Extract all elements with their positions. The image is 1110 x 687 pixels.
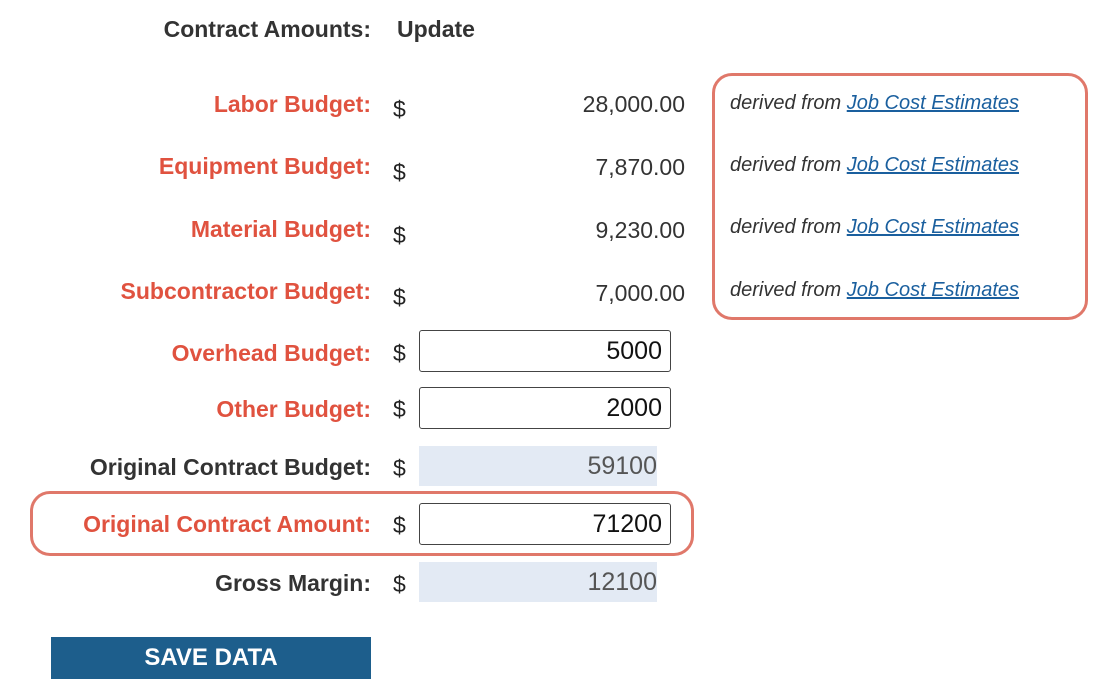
labor-budget-label: Labor Budget: [213,91,371,117]
subcontractor-derived-note: derived from Job Cost Estimates [730,277,1019,303]
overhead-budget-input[interactable] [419,330,671,372]
material-budget-label: Material Budget: [190,216,371,242]
original-contract-budget-value: 59100 [419,446,657,486]
subcontractor-budget-value: 7,000.00 [595,280,685,306]
labor-budget-value: 28,000.00 [582,91,685,117]
save-data-button[interactable]: SAVE DATA [51,637,371,679]
job-cost-estimates-link[interactable]: Job Cost Estimates [847,279,1019,301]
labor-derived-note: derived from Job Cost Estimates [730,90,1019,116]
original-contract-budget-currency-symbol: $ [393,455,406,481]
job-cost-estimates-link[interactable]: Job Cost Estimates [847,154,1019,176]
subcontractor-currency-symbol: $ [393,284,406,310]
derived-prefix: derived from [730,216,842,238]
equipment-budget-value: 7,870.00 [595,154,685,180]
overhead-budget-label: Overhead Budget: [171,340,371,366]
labor-currency-symbol: $ [393,96,406,122]
overhead-currency-symbol: $ [393,340,406,366]
job-cost-estimates-link[interactable]: Job Cost Estimates [847,216,1019,238]
original-contract-amount-label: Original Contract Amount: [83,511,371,537]
job-cost-estimates-link[interactable]: Job Cost Estimates [847,92,1019,114]
contract-amounts-label: Contract Amounts: [163,16,371,42]
derived-prefix: derived from [730,154,842,176]
material-budget-value: 9,230.00 [595,217,685,243]
original-contract-amount-currency-symbol: $ [393,512,406,538]
material-derived-note: derived from Job Cost Estimates [730,214,1019,240]
contract-amounts-mode: Update [397,16,475,42]
gross-margin-label: Gross Margin: [215,570,371,596]
other-currency-symbol: $ [393,396,406,422]
original-contract-budget-label: Original Contract Budget: [89,454,371,480]
gross-margin-value: 12100 [419,562,657,602]
equipment-currency-symbol: $ [393,159,406,185]
derived-prefix: derived from [730,279,842,301]
equipment-budget-label: Equipment Budget: [158,153,371,179]
original-contract-amount-input[interactable] [419,503,671,545]
other-budget-input[interactable] [419,387,671,429]
other-budget-label: Other Budget: [216,396,371,422]
gross-margin-currency-symbol: $ [393,571,406,597]
subcontractor-budget-label: Subcontractor Budget: [120,278,371,304]
equipment-derived-note: derived from Job Cost Estimates [730,152,1019,178]
material-currency-symbol: $ [393,222,406,248]
derived-prefix: derived from [730,92,842,114]
